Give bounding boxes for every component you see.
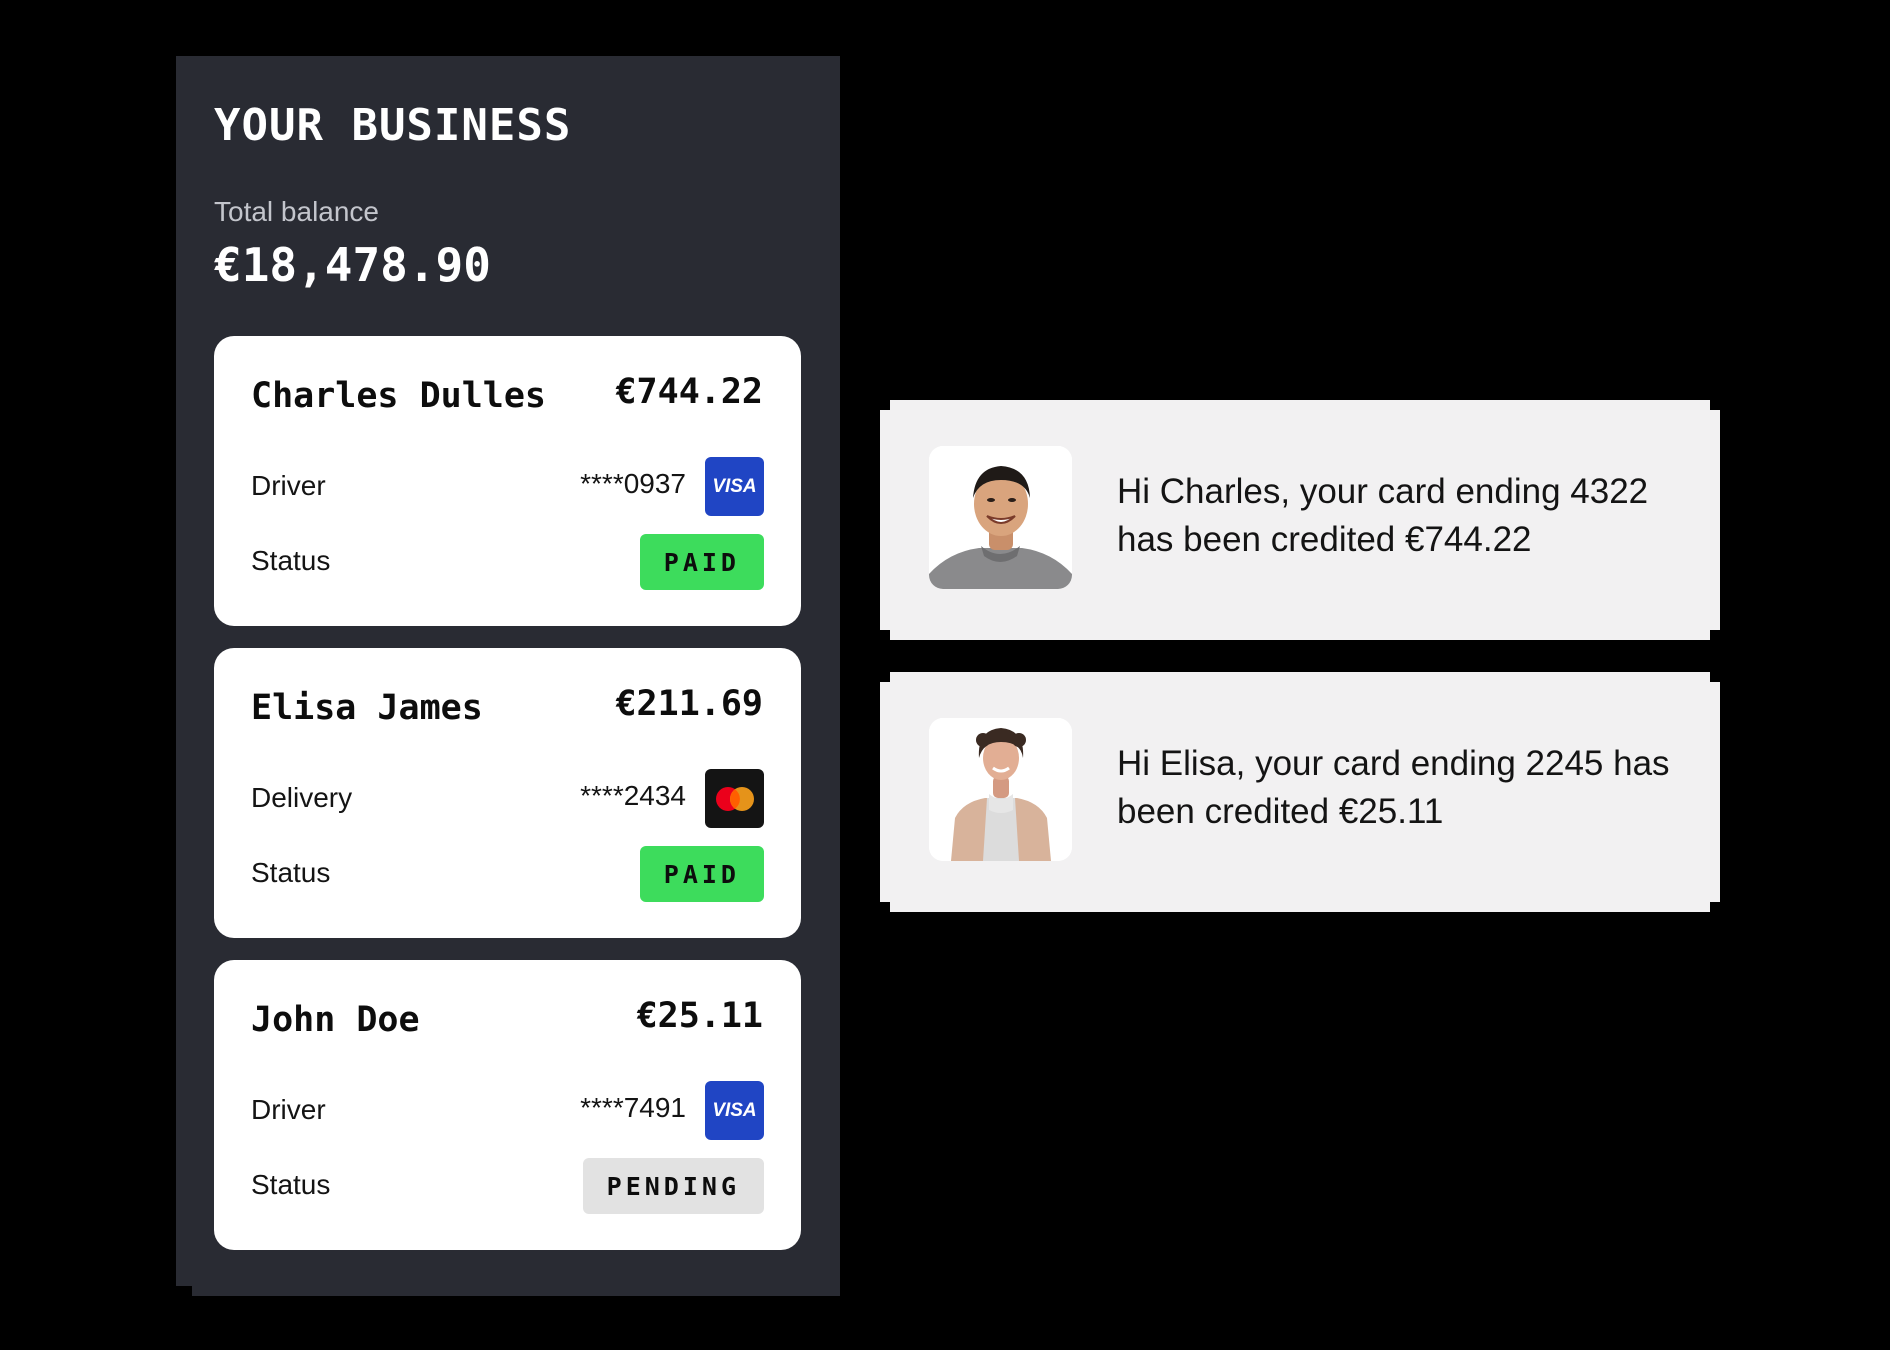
status-label: Status	[251, 1169, 331, 1200]
payment-amount: €744.22	[615, 372, 763, 412]
business-panel: YOUR BUSINESS Total balance €18,478.90 C…	[176, 56, 840, 1296]
status-badge: PAID	[640, 534, 764, 590]
mastercard-logo-icon	[705, 769, 764, 828]
status-label: Status	[251, 857, 331, 888]
person-avatar-icon	[929, 718, 1072, 861]
visa-logo-icon: VISA	[705, 457, 764, 516]
notification-card[interactable]: Hi Elisa, your card ending 2245 has been…	[880, 672, 1720, 912]
status-badge: PAID	[640, 846, 764, 902]
masked-card-number: ****0937	[580, 468, 686, 499]
visa-logo-text: VISA	[712, 475, 757, 497]
total-balance-value: €18,478.90	[214, 238, 491, 292]
payee-name: John Doe	[251, 1000, 420, 1040]
transaction-card[interactable]: Charles Dulles €744.22 Driver ****0937 V…	[214, 336, 801, 626]
visa-logo-text: VISA	[712, 1099, 757, 1121]
transaction-card[interactable]: John Doe €25.11 Driver ****7491 VISA Sta…	[214, 960, 801, 1250]
payment-amount: €25.11	[636, 996, 763, 1036]
panel-title: YOUR BUSINESS	[214, 100, 572, 151]
woman-portrait-icon	[929, 718, 1072, 861]
page: YOUR BUSINESS Total balance €18,478.90 C…	[0, 0, 1890, 1350]
payee-role: Delivery	[251, 782, 353, 813]
payee-role: Driver	[251, 1094, 326, 1125]
masked-card-number: ****7491	[580, 1092, 686, 1123]
status-badge: PENDING	[583, 1158, 764, 1214]
person-avatar-icon	[929, 446, 1072, 589]
payee-name: Elisa James	[251, 688, 483, 728]
status-label: Status	[251, 545, 331, 576]
payment-amount: €211.69	[615, 684, 763, 724]
masked-card-number: ****2434	[580, 780, 686, 811]
notification-message: Hi Charles, your card ending 4322 has be…	[1117, 472, 1649, 559]
mastercard-circles-icon	[713, 785, 757, 813]
payee-name: Charles Dulles	[251, 376, 547, 416]
man-portrait-icon	[929, 446, 1072, 589]
transaction-card[interactable]: Elisa James €211.69 Delivery ****2434 St…	[214, 648, 801, 938]
total-balance-label: Total balance	[214, 196, 380, 227]
notification-card[interactable]: Hi Charles, your card ending 4322 has be…	[880, 400, 1720, 640]
visa-logo-icon: VISA	[705, 1081, 764, 1140]
notification-message: Hi Elisa, your card ending 2245 has been…	[1117, 744, 1670, 831]
payee-role: Driver	[251, 470, 326, 501]
